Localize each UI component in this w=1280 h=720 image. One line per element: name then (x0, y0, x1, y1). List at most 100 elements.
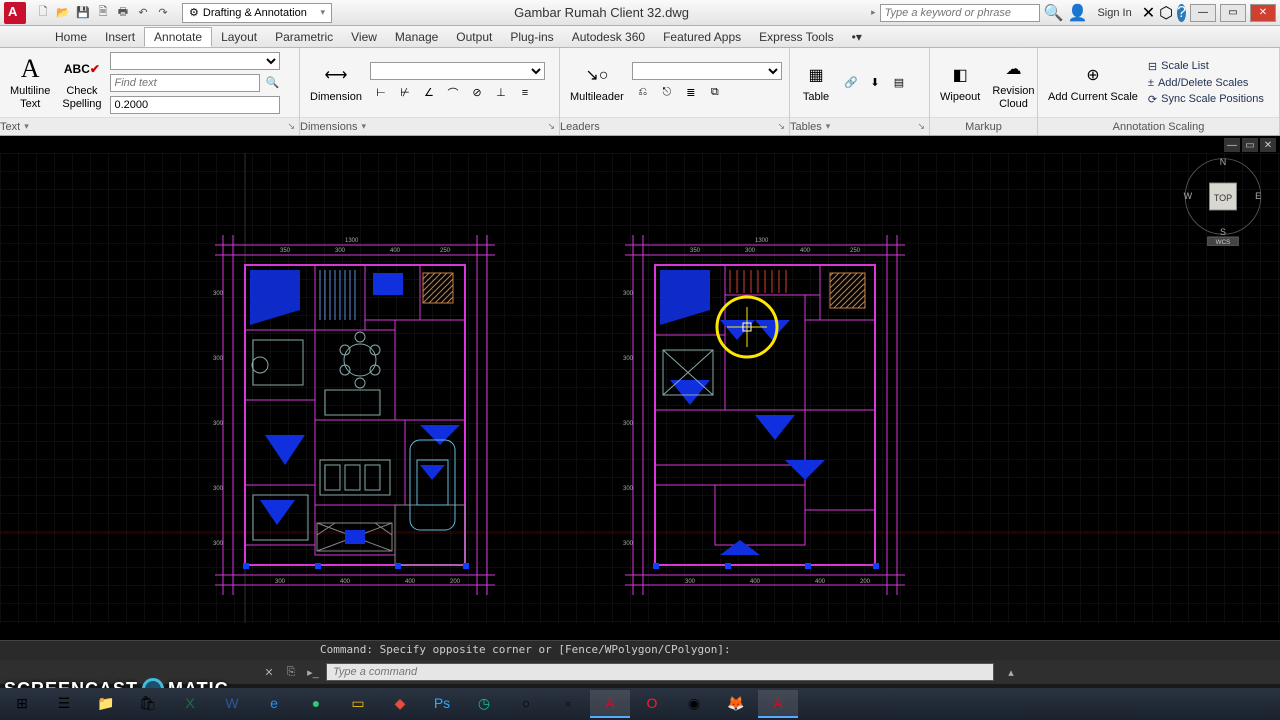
app2-icon[interactable]: ◷ (464, 690, 504, 718)
multileader-button[interactable]: ↘○ Multileader (566, 59, 628, 105)
tab-insert[interactable]: Insert (96, 28, 144, 46)
minimize-button[interactable]: — (1190, 4, 1216, 22)
a360-icon[interactable]: ⬡ (1159, 3, 1173, 23)
cmd-close-icon[interactable]: ✕ (260, 663, 278, 681)
tab-output[interactable]: Output (447, 28, 501, 46)
app-icon[interactable] (4, 2, 26, 24)
align-leader-icon[interactable]: ≣ (680, 82, 702, 104)
text-style-select[interactable] (110, 52, 280, 70)
signin-link[interactable]: Sign In (1091, 7, 1137, 19)
close-button[interactable]: ✕ (1250, 4, 1276, 22)
find-text-input[interactable] (110, 74, 260, 92)
help-icon[interactable]: ? (1177, 4, 1186, 22)
tab-a360[interactable]: Autodesk 360 (563, 28, 654, 46)
notes-icon[interactable]: ▭ (338, 690, 378, 718)
tab-layout[interactable]: Layout (212, 28, 266, 46)
table-extract-icon[interactable]: ⬇ (864, 72, 886, 94)
qat-new-icon[interactable]: 🗋 (34, 4, 52, 22)
angular-dim-icon[interactable]: ∠ (418, 82, 440, 104)
cmd-recent-icon[interactable]: ⎘ (282, 663, 300, 681)
svg-text:300: 300 (213, 541, 224, 547)
tab-home[interactable]: Home (46, 28, 96, 46)
autocad2-icon[interactable]: A (758, 690, 798, 718)
add-delete-scales-link[interactable]: ±Add/Delete Scales (1146, 76, 1266, 90)
svg-text:300: 300 (685, 579, 696, 585)
wipeout-button[interactable]: ◧ Wipeout (936, 59, 984, 105)
photoshop-icon[interactable]: Ps (422, 690, 462, 718)
text-height-input[interactable] (110, 96, 280, 114)
explorer-icon[interactable]: 📁 (86, 690, 126, 718)
scale-list-link[interactable]: ⊟Scale List (1146, 59, 1266, 74)
keyword-search-input[interactable] (880, 4, 1040, 22)
dim-style-select[interactable] (370, 62, 545, 80)
check-spelling-button[interactable]: ABC✔ Check Spelling (58, 53, 105, 111)
tab-bullet-icon[interactable]: •▾ (843, 28, 871, 46)
qat-open-icon[interactable]: 📂 (54, 4, 72, 22)
collect-leader-icon[interactable]: ⧉ (704, 82, 726, 104)
drawing-area[interactable]: — ▭ ✕ (0, 136, 1280, 640)
workspace-label: Drafting & Annotation (203, 7, 307, 19)
doc-close-button[interactable]: ✕ (1260, 138, 1276, 152)
qat-plot-icon[interactable]: 🖶 (114, 4, 132, 22)
app3-icon[interactable]: ○ (506, 690, 546, 718)
svg-text:300: 300 (623, 486, 634, 492)
baseline-dim-icon[interactable]: ≡ (514, 82, 536, 104)
taskview-icon[interactable]: ☰ (44, 690, 84, 718)
excel-icon[interactable]: X (170, 690, 210, 718)
model-canvas[interactable]: 350300400250 1300 300300300300300 300400… (0, 136, 1280, 640)
workspace-select[interactable]: ⚙ Drafting & Annotation ▾ (182, 3, 332, 23)
tab-featured[interactable]: Featured Apps (654, 28, 750, 46)
qat-saveas-icon[interactable]: 🗎 (94, 4, 112, 22)
cmd-expand-icon[interactable]: ▴ (1002, 663, 1020, 681)
ie-icon[interactable]: e (254, 690, 294, 718)
sync-scale-link[interactable]: ⟳Sync Scale Positions (1146, 92, 1266, 107)
scale-add-icon: ⊕ (1077, 61, 1109, 89)
tab-express[interactable]: Express Tools (750, 28, 842, 46)
remove-leader-icon[interactable]: ⎋ (656, 82, 678, 104)
leader-style-select[interactable] (632, 62, 782, 80)
tab-annotate[interactable]: Annotate (144, 27, 212, 47)
qat-undo-icon[interactable]: ↶ (134, 4, 152, 22)
panel-annoscale-label: Annotation Scaling (1113, 121, 1205, 133)
table-link-icon[interactable]: 🔗 (840, 72, 862, 94)
word-icon[interactable]: W (212, 690, 252, 718)
tab-view[interactable]: View (342, 28, 386, 46)
radius-dim-icon[interactable]: ⊘ (466, 82, 488, 104)
signin-icon: 👤 (1068, 3, 1088, 23)
chrome-icon[interactable]: ◉ (674, 690, 714, 718)
title-dd-icon[interactable]: ▸ (871, 7, 876, 18)
autocad-icon[interactable]: A (590, 690, 630, 718)
start-button[interactable]: ⊞ (2, 690, 42, 718)
store-icon[interactable]: 🛍 (128, 690, 168, 718)
doc-restore-button[interactable]: ▭ (1242, 138, 1258, 152)
app4-icon[interactable]: ▫ (548, 690, 588, 718)
firefox-icon[interactable]: 🦊 (716, 690, 756, 718)
qat-save-icon[interactable]: 💾 (74, 4, 92, 22)
aligned-dim-icon[interactable]: ⊬ (394, 82, 416, 104)
table-button[interactable]: ▦ Table (796, 59, 836, 105)
search-icon[interactable]: 🔍 (1044, 3, 1064, 23)
add-leader-icon[interactable]: ⎌ (632, 82, 654, 104)
chat-icon[interactable]: ● (296, 690, 336, 718)
add-current-scale-button[interactable]: ⊕ Add Current Scale (1044, 59, 1142, 105)
panel-dim-label: Dimensions (300, 121, 357, 133)
dimension-button[interactable]: ⟷ Dimension (306, 59, 366, 105)
tab-manage[interactable]: Manage (386, 28, 447, 46)
multiline-text-button[interactable]: A Multiline Text (6, 53, 54, 111)
ordinate-dim-icon[interactable]: ⊥ (490, 82, 512, 104)
tab-plugins[interactable]: Plug-ins (501, 28, 562, 46)
maximize-button[interactable]: ▭ (1220, 4, 1246, 22)
exchange-icon[interactable]: ✕ (1142, 3, 1155, 23)
tab-parametric[interactable]: Parametric (266, 28, 342, 46)
table-style-icon[interactable]: ▤ (888, 72, 910, 94)
linear-dim-icon[interactable]: ⊢ (370, 82, 392, 104)
revcloud-button[interactable]: ☁ Revision Cloud (988, 53, 1038, 111)
find-go-icon[interactable]: 🔍 (262, 72, 284, 94)
opera-icon[interactable]: O (632, 690, 672, 718)
doc-minimize-button[interactable]: — (1224, 138, 1240, 152)
arc-dim-icon[interactable]: ⌒ (442, 82, 464, 104)
qat-redo-icon[interactable]: ↷ (154, 4, 172, 22)
app1-icon[interactable]: ◆ (380, 690, 420, 718)
svg-text:400: 400 (750, 579, 761, 585)
command-input[interactable] (326, 663, 994, 681)
